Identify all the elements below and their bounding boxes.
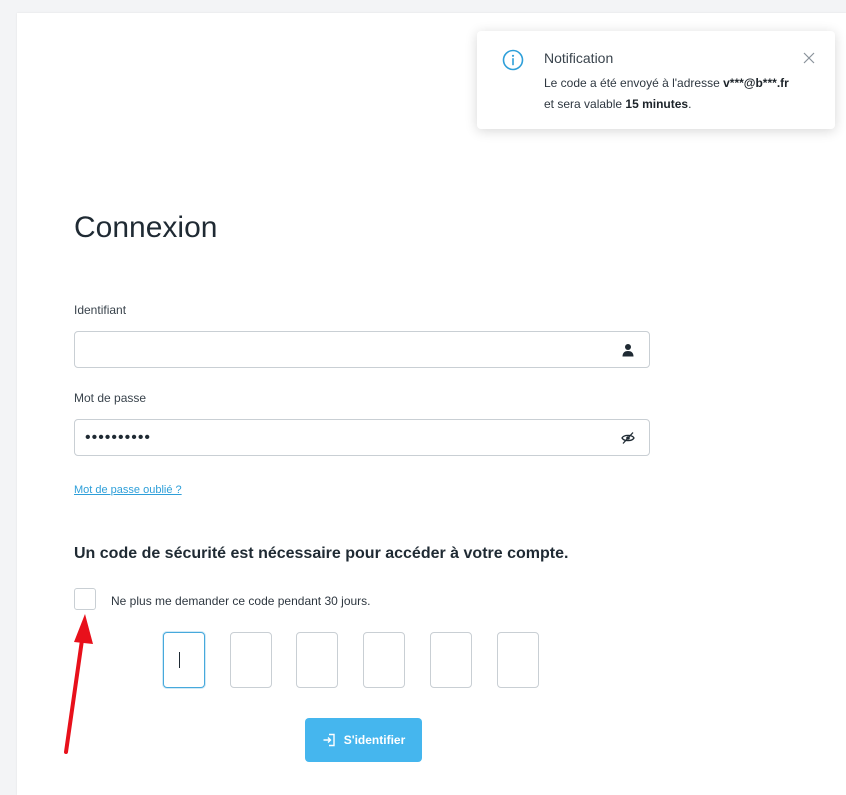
forgot-password-link[interactable]: Mot de passe oublié ? [74, 484, 182, 496]
eye-slash-icon[interactable] [621, 431, 635, 445]
code-digit-3[interactable] [296, 632, 338, 688]
sign-in-button[interactable]: S'identifier [305, 718, 422, 762]
code-digit-2[interactable] [230, 632, 272, 688]
username-label: Identifiant [74, 303, 127, 317]
remember-device-checkbox[interactable] [74, 588, 96, 610]
code-digit-4[interactable] [363, 632, 405, 688]
security-code-message: Un code de sécurité est nécessaire pour … [74, 545, 569, 562]
close-icon[interactable] [803, 52, 815, 64]
notification-duration: 15 minutes [625, 97, 689, 111]
username-input[interactable] [85, 332, 605, 367]
info-circle-icon [502, 49, 524, 71]
notification-toast: Notification Le code a été envoyé à l'ad… [477, 31, 835, 129]
password-field[interactable] [74, 419, 650, 456]
password-label: Mot de passe [74, 391, 147, 405]
code-digit-5[interactable] [430, 632, 472, 688]
text-caret [179, 652, 180, 668]
code-digit-1[interactable] [163, 632, 205, 688]
notification-line-2: et sera valable 15 minutes. [544, 97, 692, 111]
page-title: Connexion [74, 211, 218, 244]
username-field[interactable] [74, 331, 650, 368]
code-digit-6[interactable] [497, 632, 539, 688]
login-icon [323, 733, 335, 747]
password-input[interactable] [85, 420, 605, 455]
notification-line-1: Le code a été envoyé à l'adresse v***@b*… [544, 76, 789, 90]
user-icon [622, 344, 634, 357]
notification-email: v***@b***.fr [723, 76, 789, 90]
sign-in-label: S'identifier [343, 733, 406, 747]
notification-title: Notification [544, 50, 614, 66]
remember-device-label: Ne plus me demander ce code pendant 30 j… [111, 594, 371, 608]
